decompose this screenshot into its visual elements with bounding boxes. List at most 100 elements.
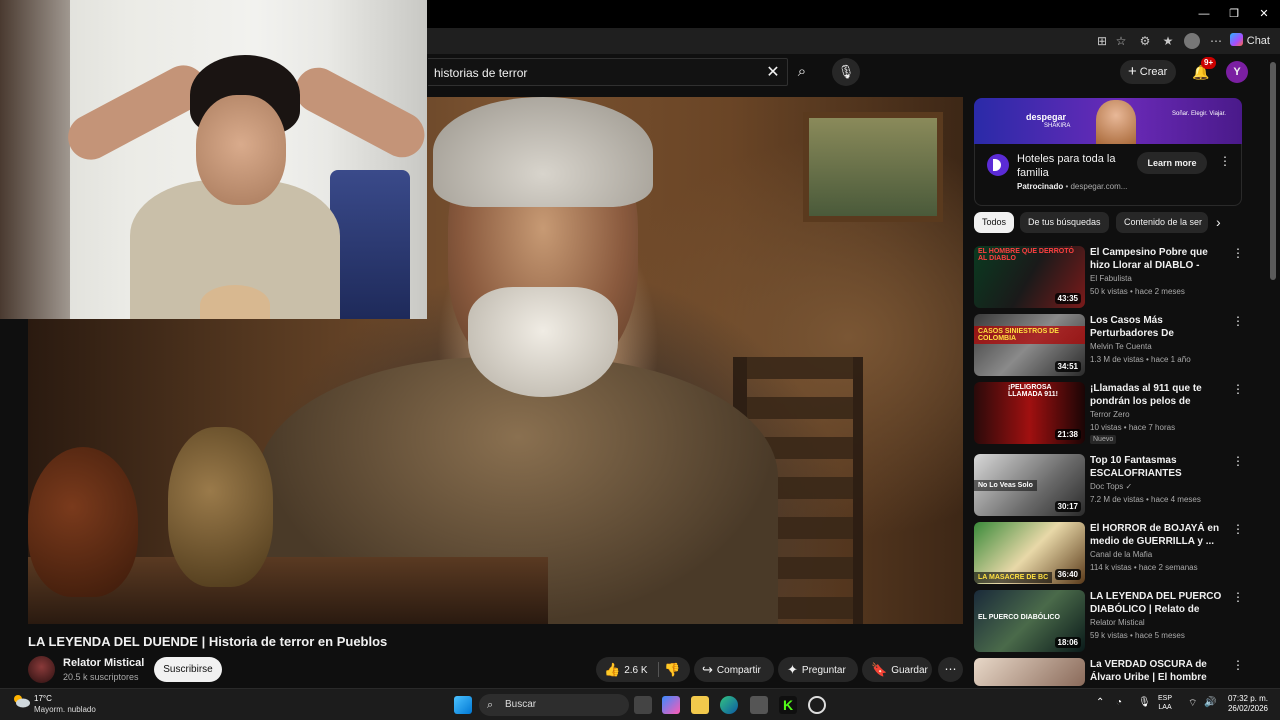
cloudy-weather-icon[interactable] — [12, 694, 30, 708]
ad-domain: despegar.com... — [1070, 182, 1128, 191]
video-thumbnail[interactable]: EL PUERCO DIABÓLICO 18:06 — [974, 590, 1085, 652]
tray-chevron-icon[interactable]: ⌃ — [1096, 697, 1104, 708]
maximize-icon[interactable]: ❐ — [1224, 5, 1244, 23]
store-icon[interactable] — [750, 696, 768, 714]
app-available-icon[interactable]: ⊞ — [1094, 33, 1110, 49]
rec-menu-icon[interactable]: ⋮ — [1232, 590, 1244, 604]
rec-menu-icon[interactable]: ⋮ — [1232, 314, 1244, 328]
chevron-right-icon[interactable]: › — [1216, 214, 1221, 230]
system-clock[interactable]: 07:32 p. m. 26/02/2026 — [1224, 694, 1268, 714]
copilot-chat-button[interactable]: Chat — [1229, 33, 1270, 47]
sponsored-ad[interactable]: despegar SHAKIRA Soñar. Elegir. Viajar. … — [974, 98, 1242, 206]
recommendation-item[interactable]: La VERDAD OSCURA de Álvaro Uribe | El ho… — [974, 658, 1244, 686]
kick-app-icon[interactable]: K — [779, 696, 797, 714]
chip-todos[interactable]: Todos — [974, 212, 1015, 233]
account-avatar[interactable]: Y — [1226, 61, 1248, 83]
wifi-icon[interactable]: ⌔ — [1188, 697, 1197, 710]
video-frame-jug — [168, 427, 273, 587]
rec-channel[interactable]: Melvin Te Cuenta — [1090, 342, 1152, 351]
clear-search-icon[interactable]: ✕ — [761, 61, 785, 85]
rec-channel[interactable]: Canal de la Mafia — [1090, 550, 1152, 559]
favorites-icon[interactable]: ★ — [1160, 33, 1176, 49]
learn-more-button[interactable]: Learn more — [1137, 152, 1207, 174]
video-thumbnail[interactable]: LA MASACRE DE BC 36:40 — [974, 522, 1085, 584]
copilot-app-icon[interactable] — [662, 696, 680, 714]
channel-avatar[interactable] — [28, 656, 55, 683]
thumbnail-caption: ¡PELIGROSA LLAMADA 911! — [1008, 384, 1058, 398]
share-button[interactable]: ↪ Compartir — [694, 657, 774, 682]
minimize-icon[interactable]: — — [1194, 5, 1214, 23]
volume-icon[interactable]: 🔊 — [1204, 697, 1216, 708]
recommendation-item[interactable]: EL HOMBRE QUE DERROTÓ AL DIABLO 43:35 El… — [974, 246, 1244, 310]
rec-title[interactable]: LA LEYENDA DEL PUERCO DIABÓLICO | Relato… — [1090, 590, 1222, 616]
verified-icon: ✓ — [1125, 482, 1133, 491]
like-button[interactable]: 👍 2.6 K — [604, 657, 648, 683]
more-actions-icon[interactable]: ⋯ — [938, 657, 963, 682]
rec-channel[interactable]: Terror Zero — [1090, 410, 1130, 419]
rec-meta: 50 k vistas • hace 2 meses — [1090, 287, 1185, 296]
rec-title[interactable]: Los Casos Más Perturbadores De Colombia — [1090, 314, 1222, 340]
recommendation-item[interactable]: ¡PELIGROSA LLAMADA 911! 21:38 ¡Llamadas … — [974, 382, 1244, 446]
rec-menu-icon[interactable]: ⋮ — [1232, 382, 1244, 396]
microphone-icon[interactable]: 🎙 — [832, 58, 860, 86]
video-thumbnail[interactable] — [974, 658, 1085, 686]
thumbs-down-icon[interactable]: 👎 — [664, 657, 680, 682]
obs-app-icon[interactable] — [808, 696, 826, 714]
rec-menu-icon[interactable]: ⋮ — [1232, 522, 1244, 536]
create-button[interactable]: + Crear — [1120, 60, 1176, 84]
duration-badge: 21:38 — [1054, 429, 1081, 440]
recommendation-item[interactable]: EL PUERCO DIABÓLICO 18:06 LA LEYENDA DEL… — [974, 590, 1244, 654]
ad-brand-partner: SHAKIRA — [1044, 123, 1071, 129]
thumbnail-caption: LA MASACRE DE BC — [974, 572, 1053, 583]
taskbar-search[interactable]: ⌕ Buscar — [479, 694, 629, 716]
recommendation-item[interactable]: No Lo Veas Solo 30:17 Top 10 Fantasmas E… — [974, 454, 1244, 518]
subscribe-button[interactable]: Suscribirse — [154, 657, 222, 682]
ask-button[interactable]: ✦ Preguntar — [778, 657, 858, 682]
tray-mic-icon[interactable]: 🎙 — [1138, 697, 1151, 708]
video-thumbnail[interactable]: EL HOMBRE QUE DERROTÓ AL DIABLO 43:35 — [974, 246, 1085, 308]
tray-app-icon[interactable]: ◔ — [1116, 697, 1122, 708]
weather-temp[interactable]: 17°C — [34, 694, 52, 703]
recommendation-item[interactable]: CASOS SINIESTROS DE COLOMBIA 34:51 Los C… — [974, 314, 1244, 378]
rec-channel[interactable]: El Fabulista — [1090, 274, 1132, 283]
rec-meta: 1.3 M de vistas • hace 1 año — [1090, 355, 1191, 364]
search-query[interactable]: historias de terror — [434, 66, 527, 80]
more-options-icon[interactable]: ⋯ — [1208, 33, 1224, 49]
channel-name[interactable]: Relator Mistical — [63, 657, 144, 669]
profile-icon[interactable] — [1184, 33, 1200, 49]
rec-title[interactable]: Top 10 Fantasmas ESCALOFRIANTES Captados… — [1090, 454, 1222, 480]
notifications-bell-icon[interactable]: 🔔 9+ — [1190, 57, 1217, 83]
ad-menu-icon[interactable]: ⋮ — [1219, 154, 1231, 168]
rec-menu-icon[interactable]: ⋮ — [1232, 454, 1244, 468]
video-thumbnail[interactable]: CASOS SINIESTROS DE COLOMBIA 34:51 — [974, 314, 1085, 376]
recommendation-item[interactable]: LA MASACRE DE BC 36:40 El HORROR de BOJA… — [974, 522, 1244, 586]
webcam-chair — [330, 170, 410, 319]
language-indicator[interactable]: ESP LAA — [1158, 694, 1172, 712]
favorite-star-icon[interactable]: ☆ — [1113, 33, 1129, 49]
rec-menu-icon[interactable]: ⋮ — [1232, 246, 1244, 260]
task-view-icon[interactable] — [634, 696, 652, 714]
rec-title[interactable]: ¡Llamadas al 911 que te pondrán los pelo… — [1090, 382, 1222, 408]
file-explorer-icon[interactable] — [691, 696, 709, 714]
rec-title[interactable]: El HORROR de BOJAYÁ en medio de GUERRILL… — [1090, 522, 1222, 548]
rec-menu-icon[interactable]: ⋮ — [1232, 658, 1244, 672]
weather-desc[interactable]: Mayorm. nublado — [34, 705, 96, 714]
search-icon[interactable]: ⌕ — [788, 58, 816, 86]
windows-start-icon[interactable] — [454, 696, 472, 714]
rec-title[interactable]: La VERDAD OSCURA de Álvaro Uribe | El ho… — [1090, 658, 1222, 684]
rec-channel-name[interactable]: Doc Tops — [1090, 482, 1123, 491]
chip-contenido[interactable]: Contenido de la ser — [1116, 212, 1208, 233]
scrollbar-thumb[interactable] — [1270, 62, 1276, 280]
video-thumbnail[interactable]: ¡PELIGROSA LLAMADA 911! 21:38 — [974, 382, 1085, 444]
share-icon: ↪ — [702, 662, 713, 677]
rec-title[interactable]: El Campesino Pobre que hizo Llorar al DI… — [1090, 246, 1222, 272]
save-button[interactable]: 🔖 Guardar — [862, 657, 932, 682]
close-window-icon[interactable]: ✕ — [1254, 5, 1274, 23]
search-input[interactable]: historias de terror ✕ — [428, 58, 788, 86]
extensions-icon[interactable]: ⚙ — [1137, 33, 1153, 49]
like-dislike-group: 👍 2.6 K 👎 — [596, 657, 690, 682]
video-thumbnail[interactable]: No Lo Veas Solo 30:17 — [974, 454, 1085, 516]
edge-browser-icon[interactable] — [720, 696, 738, 714]
chip-de-tus-busquedas[interactable]: De tus búsquedas — [1020, 212, 1109, 233]
rec-channel[interactable]: Relator Mistical — [1090, 618, 1145, 627]
